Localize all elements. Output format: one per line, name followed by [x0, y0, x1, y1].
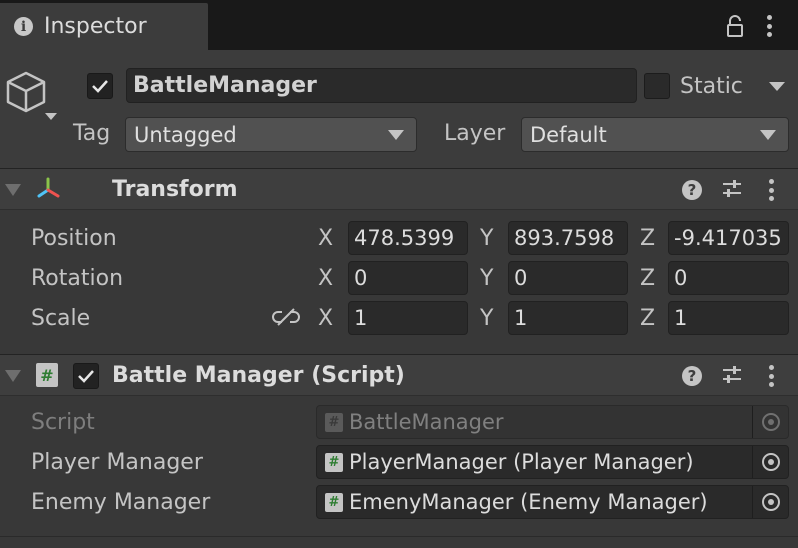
static-checkbox[interactable]	[644, 73, 670, 99]
script-component-title: Battle Manager (Script)	[112, 363, 405, 388]
scale-y-field[interactable]: 1	[508, 301, 628, 335]
axis-y-label[interactable]: Y	[480, 226, 493, 251]
object-picker-button[interactable]	[752, 486, 788, 518]
script-file-icon: #	[325, 492, 343, 512]
target-icon	[761, 453, 780, 471]
tab-bar: i Inspector	[0, 0, 798, 50]
component-enabled-checkbox[interactable]	[73, 363, 99, 389]
transform-icon	[34, 175, 62, 207]
rotation-label: Rotation	[31, 266, 124, 291]
enemy-manager-label: Enemy Manager	[31, 490, 211, 515]
axis-z-label[interactable]: Z	[640, 306, 655, 331]
constrain-proportions-icon[interactable]	[272, 306, 300, 332]
enemy-manager-value: EmenyManager (Enemy Manager)	[349, 490, 708, 514]
component-menu-icon[interactable]	[768, 179, 774, 201]
enemy-manager-field[interactable]: # EmenyManager (Enemy Manager)	[316, 485, 789, 519]
script-file-icon: #	[325, 412, 343, 432]
target-icon	[761, 413, 780, 431]
axis-x-label[interactable]: X	[318, 306, 333, 331]
player-manager-value: PlayerManager (Player Manager)	[349, 450, 694, 474]
position-z-field[interactable]: -9.417035	[668, 221, 789, 255]
rotation-y-field[interactable]: 0	[508, 261, 628, 295]
tag-value: Untagged	[134, 122, 237, 147]
position-x-field[interactable]: 478.5399	[348, 221, 468, 255]
presets-icon[interactable]	[721, 178, 743, 204]
axis-x-label[interactable]: X	[318, 266, 333, 291]
transform-title: Transform	[112, 177, 238, 202]
name-value: BattleManager	[133, 73, 317, 98]
foldout-arrow-icon[interactable]	[5, 184, 21, 196]
script-field: # BattleManager	[316, 405, 789, 439]
gameobject-header: BattleManager Static Tag Untagged Layer …	[0, 50, 798, 168]
icon-dropdown-caret[interactable]	[45, 113, 57, 120]
transform-header[interactable]: Transform ?	[0, 168, 798, 210]
axis-x-label[interactable]: X	[318, 226, 333, 251]
script-file-icon: #	[325, 452, 343, 472]
static-label: Static	[680, 74, 743, 99]
more-icon[interactable]	[766, 15, 772, 37]
section-divider	[0, 536, 798, 537]
rotation-z-field[interactable]: 0	[668, 261, 789, 295]
object-picker-button	[752, 406, 788, 438]
script-component-body: Script # BattleManager Player Manager # …	[0, 397, 798, 548]
layer-dropdown[interactable]: Default	[521, 117, 789, 152]
gameobject-cube-icon[interactable]	[6, 70, 50, 118]
axis-z-label[interactable]: Z	[640, 226, 655, 251]
target-icon	[761, 493, 780, 511]
info-icon: i	[14, 17, 33, 36]
lock-icon[interactable]	[726, 15, 744, 41]
transform-body: Position X 478.5399 Y 893.7598 Z -9.4170…	[0, 211, 798, 354]
layer-label: Layer	[444, 121, 506, 146]
presets-icon[interactable]	[721, 364, 743, 390]
tab-label: Inspector	[44, 14, 147, 39]
scale-label: Scale	[31, 306, 91, 331]
tag-label: Tag	[73, 121, 111, 146]
foldout-arrow-icon[interactable]	[5, 370, 21, 382]
help-icon[interactable]: ?	[682, 180, 702, 200]
axis-y-label[interactable]: Y	[480, 266, 493, 291]
position-y-field[interactable]: 893.7598	[508, 221, 628, 255]
tab-inspector[interactable]: i Inspector	[0, 3, 208, 50]
help-icon[interactable]: ?	[682, 366, 702, 386]
script-field-value: BattleManager	[349, 410, 504, 434]
chevron-down-icon	[760, 130, 776, 140]
static-dropdown-icon[interactable]	[769, 82, 785, 91]
rotation-x-field[interactable]: 0	[348, 261, 468, 295]
scale-z-field[interactable]: 1	[668, 301, 789, 335]
axis-y-label[interactable]: Y	[480, 306, 493, 331]
name-input[interactable]: BattleManager	[126, 68, 637, 103]
position-label: Position	[31, 226, 117, 251]
script-icon: #	[36, 363, 58, 387]
script-component-header[interactable]: # Battle Manager (Script) ?	[0, 354, 798, 396]
player-manager-field[interactable]: # PlayerManager (Player Manager)	[316, 445, 789, 479]
axis-z-label[interactable]: Z	[640, 266, 655, 291]
component-menu-icon[interactable]	[768, 365, 774, 387]
script-label: Script	[31, 410, 95, 435]
tag-dropdown[interactable]: Untagged	[125, 117, 417, 152]
chevron-down-icon	[388, 130, 404, 140]
layer-value: Default	[530, 122, 607, 147]
active-checkbox[interactable]	[87, 73, 113, 99]
scale-x-field[interactable]: 1	[348, 301, 468, 335]
object-picker-button[interactable]	[752, 446, 788, 478]
player-manager-label: Player Manager	[31, 450, 203, 475]
